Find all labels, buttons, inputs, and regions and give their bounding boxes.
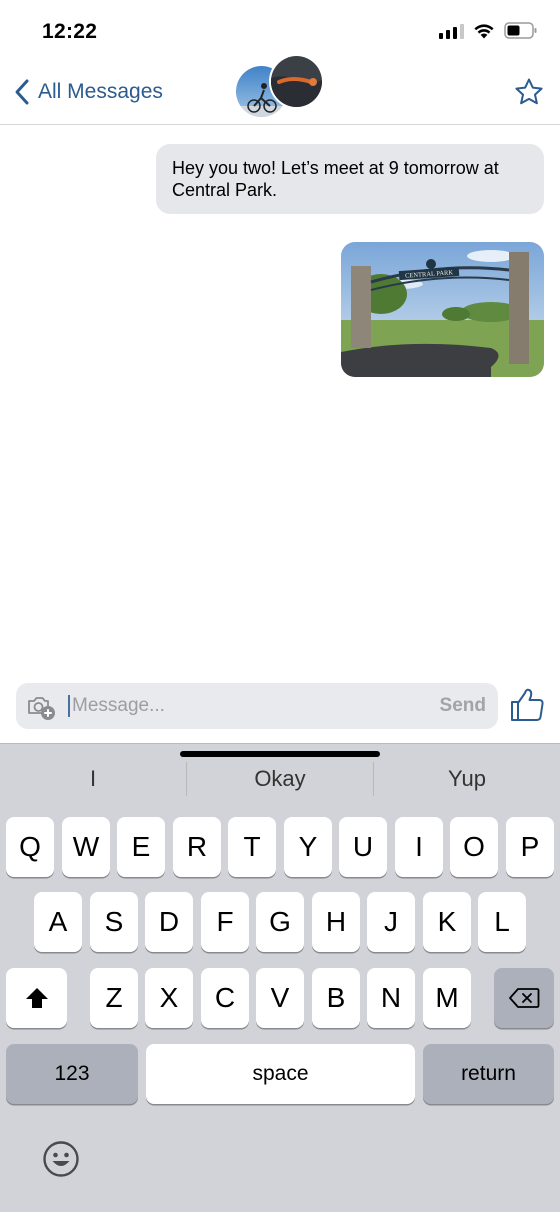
- key-j[interactable]: J: [367, 892, 415, 952]
- message-input[interactable]: [72, 692, 372, 720]
- key-f[interactable]: F: [201, 892, 249, 952]
- return-key[interactable]: return: [423, 1044, 554, 1104]
- key-g[interactable]: G: [256, 892, 304, 952]
- key-n[interactable]: N: [367, 968, 415, 1028]
- key-q[interactable]: Q: [6, 817, 54, 877]
- avatar-swimmer: [269, 54, 324, 109]
- home-indicator: [180, 751, 380, 757]
- backspace-icon: [509, 988, 540, 1008]
- text-caret: [68, 695, 70, 717]
- key-b[interactable]: B: [312, 968, 360, 1028]
- back-button[interactable]: All Messages: [14, 78, 163, 106]
- key-z[interactable]: Z: [90, 968, 138, 1028]
- chevron-left-icon: [15, 79, 29, 105]
- key-x[interactable]: X: [145, 968, 193, 1028]
- key-p[interactable]: P: [506, 817, 554, 877]
- key-a[interactable]: A: [34, 892, 82, 952]
- cellular-signal-icon: [439, 23, 464, 39]
- photo-message[interactable]: CENTRAL PARK: [341, 242, 544, 377]
- thumbs-up-icon: [511, 688, 544, 721]
- keyboard: I Okay Yup Q W E R T Y U I O P A S D F G…: [0, 743, 560, 1212]
- message-bubble: Hey you two! Let’s meet at 9 tomorrow at…: [156, 144, 544, 214]
- space-key[interactable]: space: [146, 1044, 415, 1104]
- nav-bar: All Messages: [0, 54, 560, 125]
- numbers-key[interactable]: 123: [6, 1044, 138, 1104]
- shift-arrow-icon: [25, 988, 48, 1008]
- delete-key[interactable]: [494, 968, 554, 1028]
- key-w[interactable]: W: [62, 817, 110, 877]
- key-l[interactable]: L: [478, 892, 526, 952]
- message-composer: Send: [16, 683, 498, 729]
- emoji-button[interactable]: [42, 1140, 80, 1183]
- favorite-button[interactable]: [514, 77, 544, 112]
- like-button[interactable]: [508, 686, 546, 729]
- key-i[interactable]: I: [395, 817, 443, 877]
- back-label: All Messages: [38, 80, 163, 103]
- suggestion-3[interactable]: Yup: [374, 744, 560, 814]
- status-time: 12:22: [42, 20, 98, 43]
- suggestion-1[interactable]: I: [0, 744, 186, 814]
- group-avatars[interactable]: [234, 54, 326, 120]
- emoji-icon: [43, 1141, 79, 1177]
- key-h[interactable]: H: [312, 892, 360, 952]
- key-m[interactable]: M: [423, 968, 471, 1028]
- key-s[interactable]: S: [90, 892, 138, 952]
- status-icons: [439, 22, 538, 39]
- key-r[interactable]: R: [173, 817, 221, 877]
- battery-icon: [504, 22, 537, 39]
- key-t[interactable]: T: [228, 817, 276, 877]
- key-e[interactable]: E: [117, 817, 165, 877]
- star-icon: [515, 78, 543, 105]
- key-u[interactable]: U: [339, 817, 387, 877]
- camera-add-button[interactable]: [26, 693, 56, 726]
- key-c[interactable]: C: [201, 968, 249, 1028]
- key-k[interactable]: K: [423, 892, 471, 952]
- key-v[interactable]: V: [256, 968, 304, 1028]
- camera-plus-icon: [28, 697, 55, 720]
- key-y[interactable]: Y: [284, 817, 332, 877]
- key-d[interactable]: D: [145, 892, 193, 952]
- send-button[interactable]: Send: [440, 695, 486, 717]
- key-o[interactable]: O: [450, 817, 498, 877]
- shift-key[interactable]: [6, 968, 67, 1028]
- wifi-icon: [474, 23, 494, 38]
